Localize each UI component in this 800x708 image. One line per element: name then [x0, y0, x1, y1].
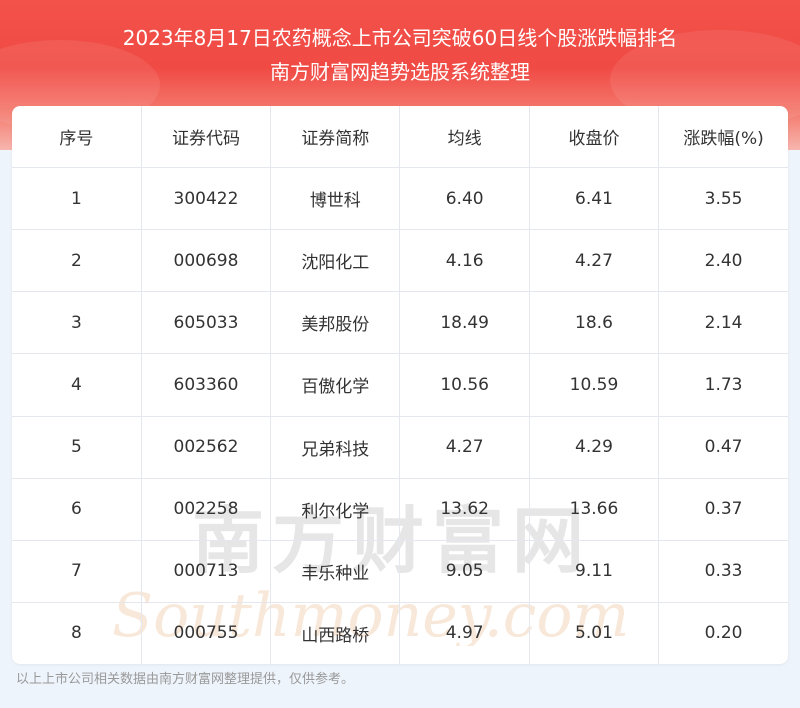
table-row: 8 000755 山西路桥 4.97 5.01 0.20: [12, 602, 788, 664]
column-header: 收盘价: [529, 106, 660, 168]
change-cell: 1.73: [658, 353, 788, 417]
table-row: 2 000698 沈阳化工 4.16 4.27 2.40: [12, 229, 788, 293]
rank-cell: 8: [12, 602, 142, 664]
rank-cell: 1: [12, 167, 142, 231]
ma-cell: 10.56: [399, 353, 530, 417]
table-row: 6 002258 利尔化学 13.62 13.66 0.37: [12, 478, 788, 541]
close-cell: 10.59: [529, 353, 660, 417]
table-row: 7 000713 丰乐种业 9.05 9.11 0.33: [12, 540, 788, 603]
rank-cell: 4: [12, 353, 142, 417]
close-cell: 4.27: [529, 229, 660, 293]
change-cell: 3.55: [658, 167, 788, 231]
change-cell: 2.40: [658, 229, 788, 293]
change-cell: 0.20: [704, 623, 743, 644]
rank-cell: 7: [12, 540, 142, 603]
close-cell: 18.6: [529, 291, 660, 355]
close-cell: 13.66: [529, 478, 660, 541]
code-cell: 605033: [141, 291, 272, 355]
change-cell: 0.37: [658, 478, 788, 541]
close-cell: 5.01: [529, 602, 660, 664]
column-header: 序号: [12, 106, 142, 168]
ranking-table: 序号 证券代码 证券简称 均线 收盘价 涨跌幅(%) 1 300422 博世科 6.40 6.41…: [12, 106, 788, 664]
table-row: 1 300422 博世科 6.40 6.41 3.55: [12, 167, 788, 231]
name-cell: 博世科: [270, 167, 401, 231]
name-cell: 美邦股份: [270, 291, 401, 355]
name-cell: 沈阳化工: [270, 229, 401, 293]
table-row: 3 605033 美邦股份 18.49 18.6 2.14: [12, 291, 788, 355]
code-cell: 000698: [141, 229, 272, 293]
code-cell: 002258: [141, 478, 272, 541]
ma-cell: 4.16: [399, 229, 530, 293]
ma-cell: 9.05: [399, 540, 530, 603]
rank-cell: 2: [12, 229, 142, 293]
page-subtitle: 南方财富网趋势选股系统整理: [270, 60, 530, 84]
name-cell: 百傲化学: [270, 353, 401, 417]
table-header-row: 序号 证券代码 证券简称 均线 收盘价 涨跌幅(%): [12, 106, 788, 168]
code-cell: 603360: [141, 353, 272, 417]
name-cell: 兄弟科技: [270, 416, 401, 479]
change-cell: 0.33: [658, 540, 788, 603]
column-header: 证券简称: [270, 106, 401, 168]
page-title: 2023年8月17日农药概念上市公司突破60日线个股涨跌幅排名: [122, 26, 678, 50]
table-row: 4 603360 百傲化学 10.56 10.59 1.73: [12, 353, 788, 417]
rank-cell: 5: [12, 416, 142, 479]
table-row: 5 002562 兄弟科技 4.27 4.29 0.47: [12, 416, 788, 479]
name-cell: 丰乐种业: [270, 540, 401, 603]
code-cell: 000755: [141, 602, 272, 664]
ma-cell: 4.27: [399, 416, 530, 479]
rank-cell: 6: [12, 478, 142, 541]
ma-cell: 6.40: [399, 167, 530, 231]
name-cell: 山西路桥: [270, 602, 401, 664]
ma-cell: 13.62: [399, 478, 530, 541]
ma-cell: 4.97: [399, 602, 530, 664]
change-cell: 0.47: [658, 416, 788, 479]
ranking-table-card: 南方财富网 Southmoney.com 序号 证券代码 证券简称 均线 收盘价 涨跌幅(…: [12, 106, 788, 664]
code-cell: 002562: [141, 416, 272, 479]
close-cell: 4.29: [529, 416, 660, 479]
close-cell: 9.11: [529, 540, 660, 603]
column-header: 涨跌幅(%): [658, 106, 788, 168]
code-cell: 000713: [141, 540, 272, 603]
column-header: 证券代码: [141, 106, 272, 168]
table-body: 1 300422 博世科 6.40 6.41 3.55 2 000698 沈阳化工 4.16 4.2…: [12, 167, 788, 664]
close-cell: 6.41: [529, 167, 660, 231]
column-header: 均线: [399, 106, 530, 168]
name-cell: 利尔化学: [270, 478, 401, 541]
code-cell: 300422: [141, 167, 272, 231]
footer-note: 以上上市公司相关数据由南方财富网整理提供，仅供参考。: [16, 672, 355, 687]
change-cell: 2.14: [658, 291, 788, 355]
ma-cell: 18.49: [399, 291, 530, 355]
rank-cell: 3: [12, 291, 142, 355]
